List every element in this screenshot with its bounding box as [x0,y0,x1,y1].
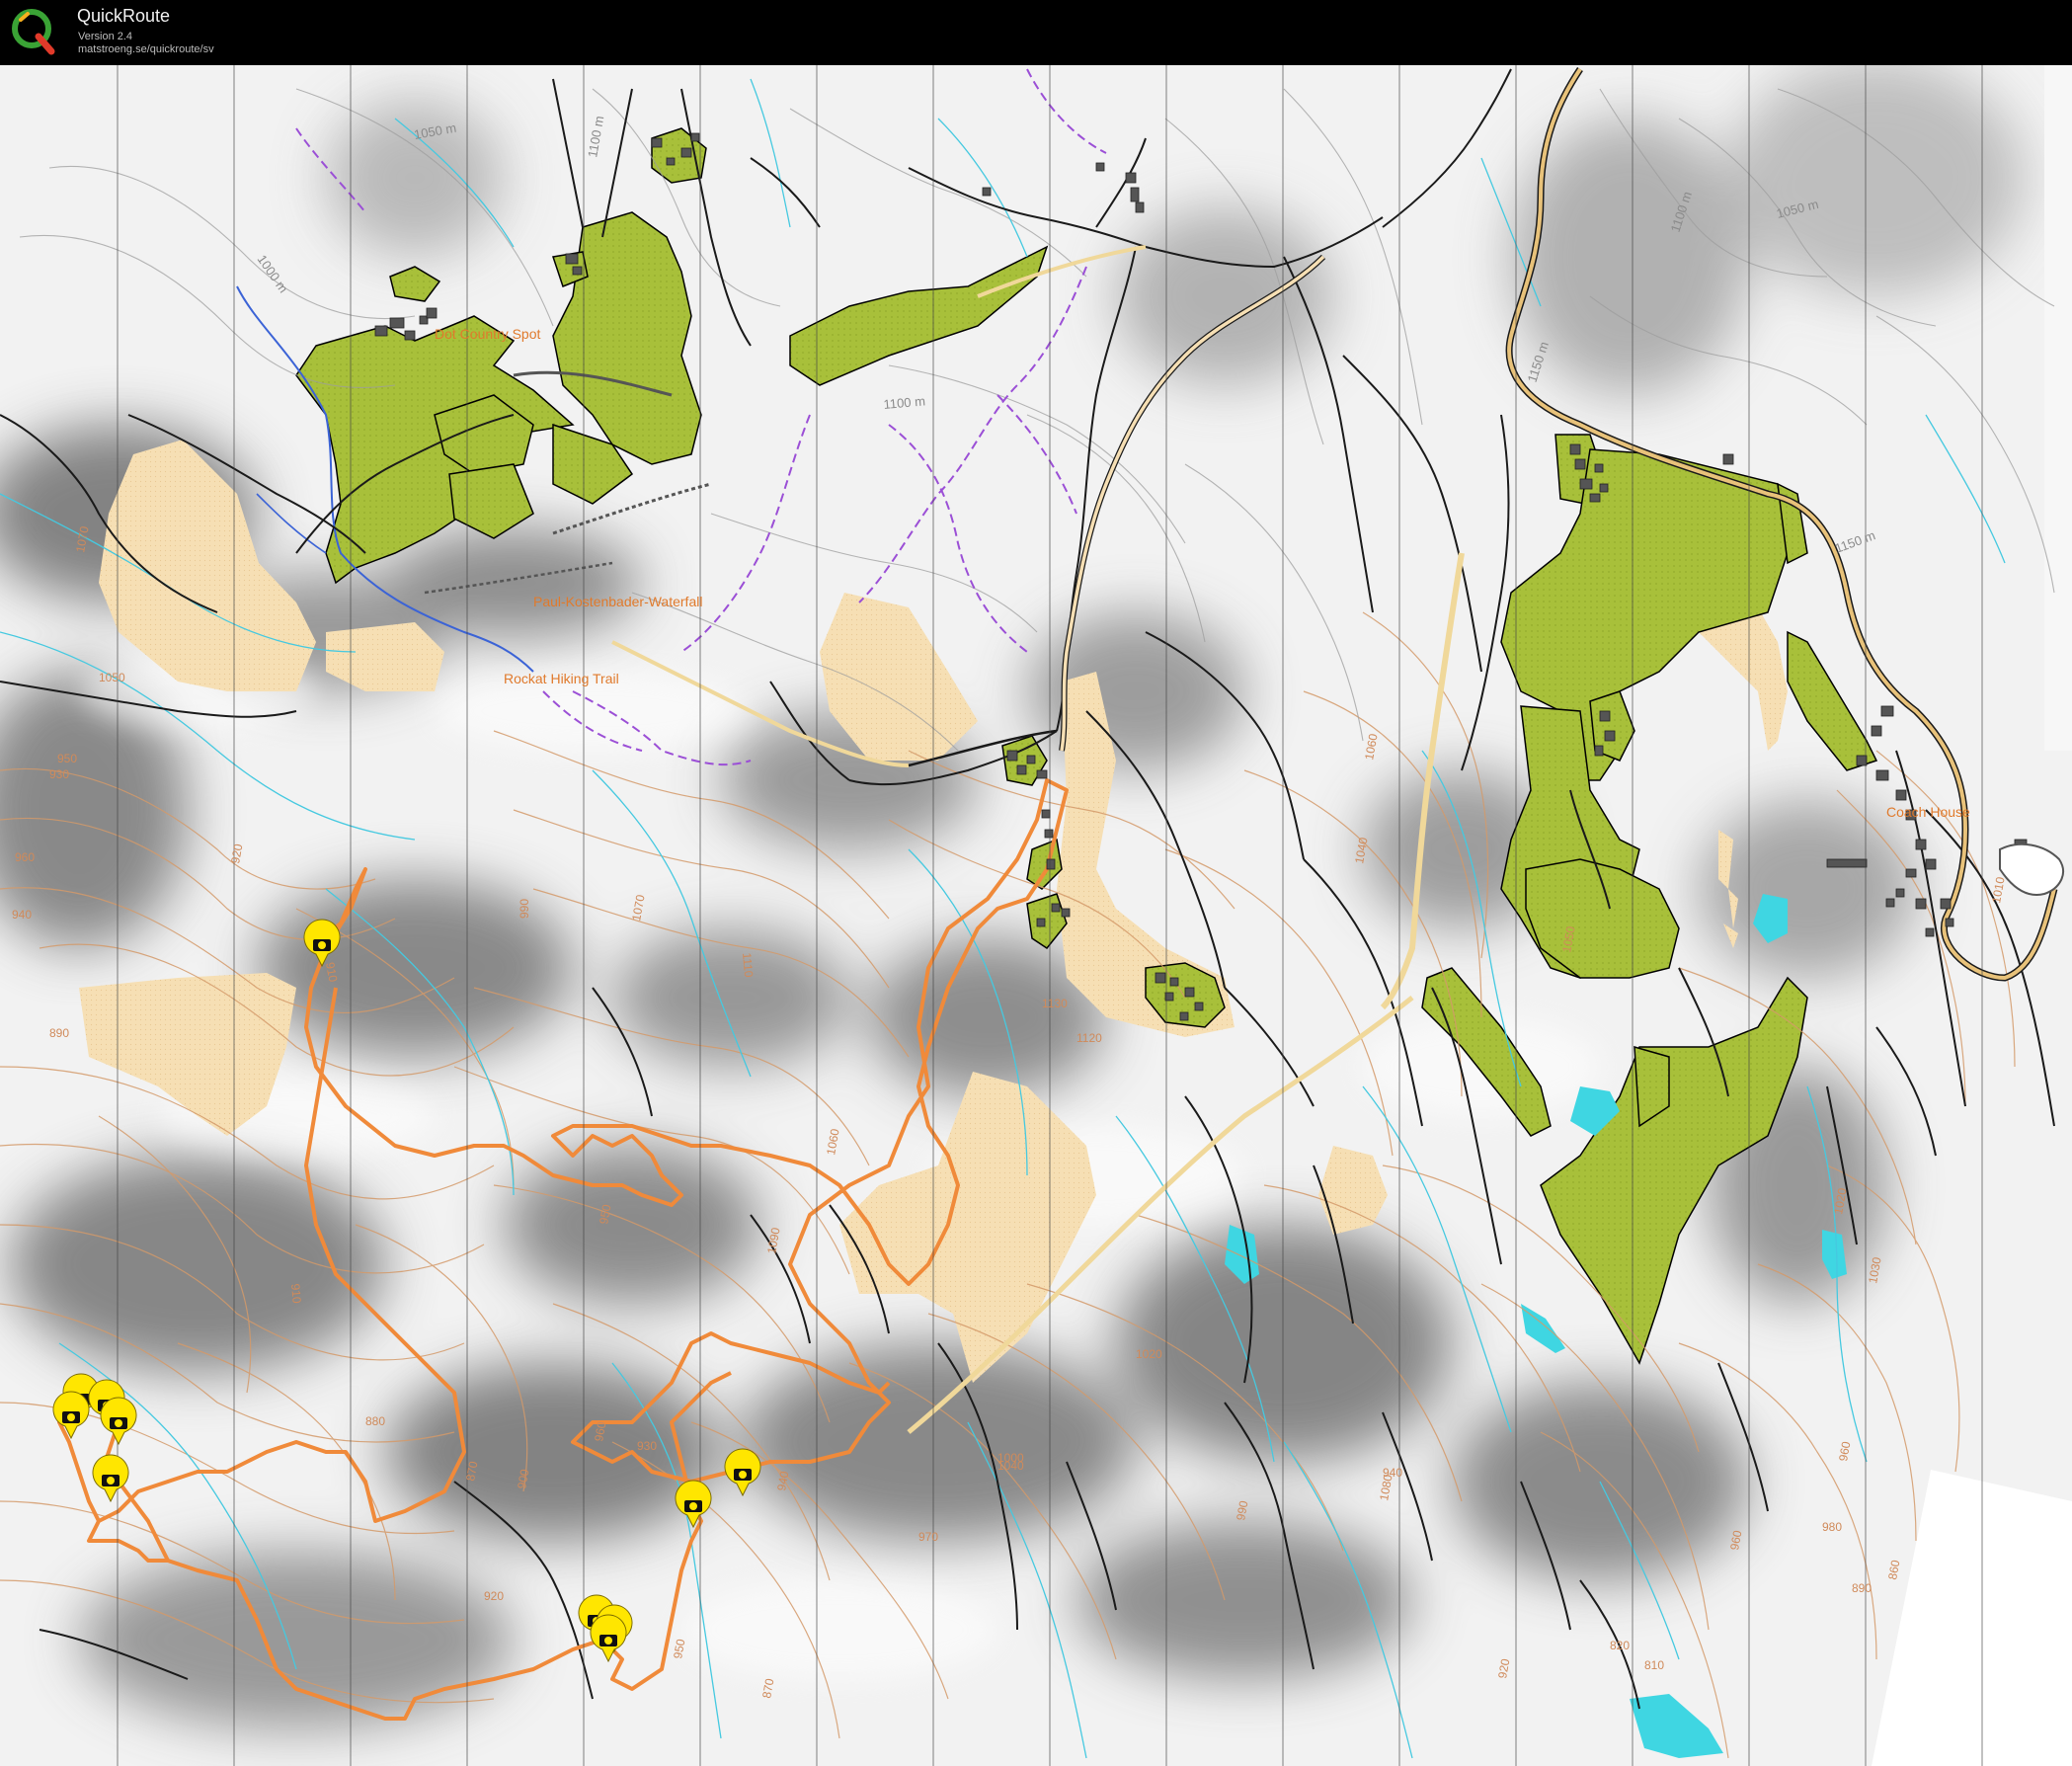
contour-label: 880 [365,1414,385,1428]
contour-label: 980 [1822,1520,1842,1534]
map-view[interactable]: Dot Country Spot Paul-Kostenbader-Waterf… [0,65,2072,1766]
contour-label: 890 [1852,1581,1872,1595]
place-label: Paul-Kostenbader-Waterfall [533,594,702,609]
contour-label: 1120 [1076,1031,1102,1045]
contour-label: 1050 [99,671,125,684]
map-edge [2044,65,2072,751]
contour-label: 1020 [1136,1347,1162,1361]
place-label: Dot Country Spot [435,326,540,342]
contour-label: 930 [637,1439,657,1453]
contour-label: 910 [288,1283,304,1304]
place-label: Rockat Hiking Trail [504,671,619,686]
contour-label: 960 [15,850,35,864]
contour-label: 950 [57,752,77,765]
contour-label: 1130 [1042,997,1068,1010]
contour-label: 920 [484,1589,504,1603]
app-header: QuickRoute Version 2.4 matstroeng.se/qui… [0,0,2072,65]
app-version: Version 2.4 [78,31,133,42]
contour-label: 940 [1383,1466,1402,1480]
contour-label: 940 [12,908,32,922]
contour-label: 820 [1610,1639,1630,1652]
place-label: Coach House [1886,804,1970,820]
app-title: QuickRoute [77,6,171,26]
contour-label: 890 [49,1026,69,1040]
contour-label: 930 [49,767,69,781]
quickroute-logo-icon [12,9,55,55]
contour-label: 1110 [740,952,756,978]
contour-label: 1040 [997,1459,1024,1473]
app-url[interactable]: matstroeng.se/quickroute/sv [78,43,214,55]
contour-label: 990 [518,899,531,919]
contour-label: 810 [1644,1658,1664,1672]
contour-label: 970 [918,1530,938,1544]
